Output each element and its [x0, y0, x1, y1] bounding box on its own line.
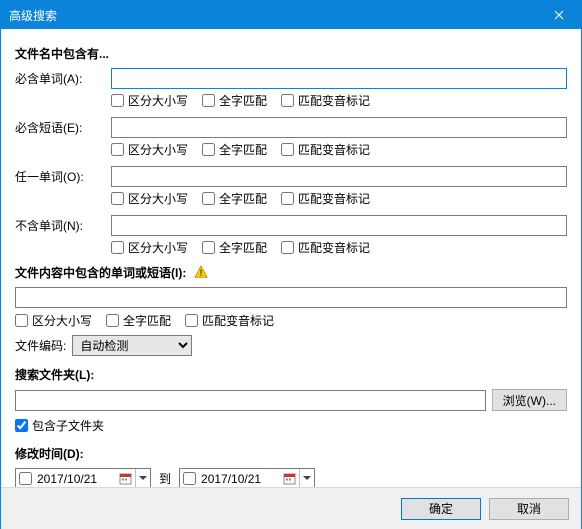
cancel-button[interactable]: 取消	[489, 498, 569, 520]
req-phrases-whole-checkbox[interactable]: 全字匹配	[202, 141, 267, 158]
required-phrases-label: 必含短语(E):	[15, 119, 111, 136]
chevron-down-icon	[135, 469, 150, 488]
exclude-words-options: 区分大小写 全字匹配 匹配变音标记	[111, 239, 567, 256]
any-words-diacritics-checkbox[interactable]: 匹配变音标记	[281, 190, 370, 207]
excl-words-whole-checkbox[interactable]: 全字匹配	[202, 239, 267, 256]
browse-button[interactable]: 浏览(W)...	[492, 389, 567, 411]
chevron-down-icon	[299, 469, 314, 488]
folder-heading: 搜索文件夹(L):	[15, 366, 567, 383]
warning-icon	[194, 265, 208, 279]
date-from-enable-checkbox[interactable]	[19, 472, 32, 485]
content-diacritics-checkbox[interactable]: 匹配变音标记	[185, 312, 274, 329]
close-icon	[554, 10, 564, 20]
date-to-enable-checkbox[interactable]	[183, 472, 196, 485]
window-title: 高级搜索	[9, 7, 537, 24]
req-words-whole-checkbox[interactable]: 全字匹配	[202, 92, 267, 109]
required-words-options: 区分大小写 全字匹配 匹配变音标记	[111, 92, 567, 109]
req-phrases-diacritics-checkbox[interactable]: 匹配变音标记	[281, 141, 370, 158]
required-words-label: 必含单词(A):	[15, 70, 111, 87]
close-button[interactable]	[537, 1, 581, 29]
ok-button[interactable]: 确定	[401, 498, 481, 520]
include-subfolders-checkbox[interactable]: 包含子文件夹	[15, 417, 104, 434]
any-words-case-checkbox[interactable]: 区分大小写	[111, 190, 188, 207]
date-to-picker[interactable]: 2017/10/21	[179, 468, 315, 489]
filename-heading: 文件名中包含有...	[15, 45, 567, 62]
required-words-input[interactable]	[111, 68, 567, 89]
encoding-select[interactable]: 自动检测	[72, 335, 192, 356]
exclude-words-input[interactable]	[111, 215, 567, 236]
content-whole-checkbox[interactable]: 全字匹配	[106, 312, 171, 329]
any-words-label: 任一单词(O):	[15, 168, 111, 185]
required-phrases-options: 区分大小写 全字匹配 匹配变音标记	[111, 141, 567, 158]
calendar-icon	[281, 471, 297, 487]
req-words-case-checkbox[interactable]: 区分大小写	[111, 92, 188, 109]
date-to-label: 到	[159, 470, 171, 487]
exclude-words-label: 不含单词(N):	[15, 217, 111, 234]
any-words-whole-checkbox[interactable]: 全字匹配	[202, 190, 267, 207]
encoding-label: 文件编码:	[15, 337, 72, 354]
excl-words-diacritics-checkbox[interactable]: 匹配变音标记	[281, 239, 370, 256]
titlebar: 高级搜索	[1, 1, 581, 29]
any-words-input[interactable]	[111, 166, 567, 187]
content-words-input[interactable]	[15, 287, 567, 308]
required-phrases-input[interactable]	[111, 117, 567, 138]
any-words-options: 区分大小写 全字匹配 匹配变音标记	[111, 190, 567, 207]
content-case-checkbox[interactable]: 区分大小写	[15, 312, 92, 329]
calendar-icon	[117, 471, 133, 487]
button-bar: 确定 取消	[1, 487, 581, 529]
req-phrases-case-checkbox[interactable]: 区分大小写	[111, 141, 188, 158]
content-area: 文件名中包含有... 必含单词(A): 区分大小写 全字匹配 匹配变音标记 必含…	[1, 29, 581, 489]
excl-words-case-checkbox[interactable]: 区分大小写	[111, 239, 188, 256]
date-from-picker[interactable]: 2017/10/21	[15, 468, 151, 489]
req-words-diacritics-checkbox[interactable]: 匹配变音标记	[281, 92, 370, 109]
date-from-value: 2017/10/21	[35, 472, 117, 486]
date-heading: 修改时间(D):	[15, 445, 567, 462]
search-folder-input[interactable]	[15, 390, 486, 411]
content-options: 区分大小写 全字匹配 匹配变音标记	[15, 312, 567, 329]
date-to-value: 2017/10/21	[199, 472, 281, 486]
content-heading: 文件内容中包含的单词或短语(I):	[15, 264, 567, 281]
